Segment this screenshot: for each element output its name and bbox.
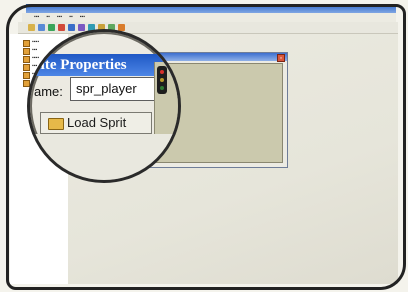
magnifier-lens: rite Properties ame: spr_player Load Spr… <box>27 29 181 183</box>
green-light <box>160 86 164 90</box>
menu-item[interactable]: ▪▪ <box>69 13 73 22</box>
name-input[interactable]: spr_player <box>70 77 162 101</box>
menu-bar: ▪▪▪ ▪▪ ▪▪▪ ▪▪ ▪▪▪ <box>22 13 396 22</box>
folder-icon <box>23 48 30 55</box>
amber-light <box>160 78 164 82</box>
folder-icon <box>23 56 30 63</box>
folder-icon <box>23 64 30 71</box>
name-label: ame: <box>34 84 63 99</box>
lens-lower-area <box>30 134 178 180</box>
close-icon[interactable]: × <box>277 54 285 62</box>
toolbar <box>18 22 398 34</box>
sound-icon[interactable] <box>78 24 85 31</box>
menu-item[interactable]: ▪▪ <box>46 13 50 22</box>
folder-icon <box>23 40 30 47</box>
stop-icon[interactable] <box>58 24 65 31</box>
save-icon[interactable] <box>38 24 45 31</box>
menu-item[interactable]: ▪▪▪ <box>80 13 85 22</box>
red-light <box>160 70 164 74</box>
menu-item[interactable]: ▪▪▪ <box>34 13 39 22</box>
load-sprite-label: Load Sprit <box>67 115 127 130</box>
app-window: ▪▪▪ ▪▪ ▪▪▪ ▪▪ ▪▪▪ ▪▪▪▪ ▪▪▪ ▪▪▪▪ ▪▪▪ ▪▪▪▪… <box>0 0 408 292</box>
title-bar <box>26 4 396 13</box>
traffic-light-sprite <box>157 66 167 94</box>
run-icon[interactable] <box>48 24 55 31</box>
tree-item[interactable]: ▪▪▪▪ <box>32 39 39 45</box>
open-icon[interactable] <box>28 24 35 31</box>
load-sprite-button[interactable]: Load Sprit <box>40 112 152 134</box>
folder-icon <box>48 118 64 130</box>
sprite-icon[interactable] <box>68 24 75 31</box>
folder-icon <box>23 72 30 79</box>
menu-item[interactable]: ▪▪▪ <box>57 13 62 22</box>
tree-item[interactable]: ▪▪▪ <box>32 47 37 53</box>
